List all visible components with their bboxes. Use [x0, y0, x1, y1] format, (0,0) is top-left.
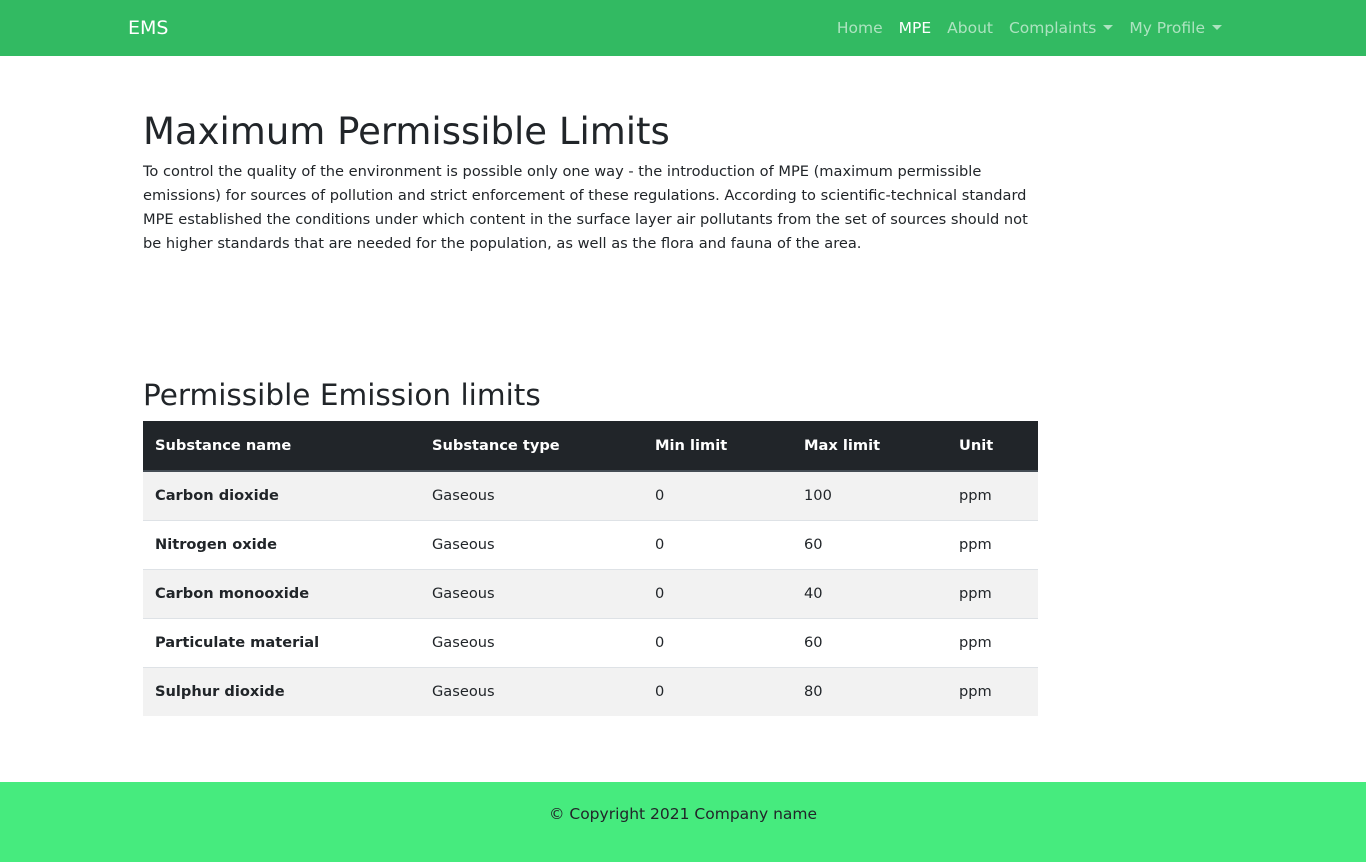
substance-type: Gaseous: [432, 487, 495, 505]
copyright-text: © Copyright 2021 Company name: [548, 805, 818, 823]
unit: ppm: [959, 536, 992, 553]
header-max-limit: Max limit: [792, 421, 947, 472]
nav-link-mpe[interactable]: MPE: [891, 0, 940, 56]
footer: © Copyright 2021 Company name: [0, 782, 1366, 862]
max-limit: 60: [804, 634, 823, 651]
substance-type: Gaseous: [432, 536, 495, 553]
nav-dropdown-my-profile[interactable]: My Profile: [1121, 0, 1230, 56]
nav-dropdown-my-profile-label: My Profile: [1129, 19, 1205, 37]
limits-title: Permissible Emission limits: [143, 378, 541, 412]
max-limit: 60: [804, 536, 823, 553]
min-limit: 0: [655, 683, 665, 701]
nav-link-home[interactable]: Home: [829, 0, 891, 56]
substance-name: Carbon dioxide: [155, 487, 279, 505]
substance-name: Sulphur dioxide: [155, 683, 285, 701]
intro-paragraph: To control the quality of the environmen…: [143, 163, 1028, 252]
max-limit: 80: [804, 683, 823, 701]
substance-type: Gaseous: [432, 683, 495, 701]
table-header-row: Substance name Substance type Min limit …: [143, 421, 1038, 472]
nav-dropdown-complaints[interactable]: Complaints: [1001, 0, 1121, 56]
page-title: Maximum Permissible Limits: [143, 110, 670, 153]
substance-name: Carbon monooxide: [155, 585, 310, 602]
min-limit: 0: [655, 634, 665, 651]
table-row: Carbon monooxide Gaseous 0 40 ppm: [143, 569, 1038, 618]
mpe-intro-section: Maximum Permissible Limits To control th…: [143, 110, 1038, 256]
unit: ppm: [959, 634, 992, 651]
substance-name: Particulate material: [155, 634, 320, 651]
emission-limits-table: Substance name Substance type Min limit …: [143, 421, 1038, 716]
nav-link-about[interactable]: About: [939, 0, 1001, 56]
min-limit: 0: [655, 536, 665, 553]
header-substance-type: Substance type: [420, 421, 643, 472]
min-limit: 0: [655, 487, 665, 505]
unit: ppm: [959, 585, 992, 602]
substance-type: Gaseous: [432, 585, 495, 602]
header-min-limit: Min limit: [643, 421, 792, 472]
unit: ppm: [959, 487, 992, 505]
substance-type: Gaseous: [432, 634, 495, 651]
header-substance-name: Substance name: [143, 421, 420, 472]
max-limit: 40: [804, 585, 823, 602]
table-row: Carbon dioxide Gaseous 0 100 ppm: [143, 471, 1038, 520]
table-row: Nitrogen oxide Gaseous 0 60 ppm: [143, 520, 1038, 569]
nav-links: Home MPE About Complaints My Profile: [829, 0, 1230, 56]
unit: ppm: [959, 683, 992, 701]
caret-down-icon: [1103, 25, 1114, 30]
substance-name: Nitrogen oxide: [155, 536, 278, 553]
table-row: Sulphur dioxide Gaseous 0 80 ppm: [143, 667, 1038, 716]
navbar: EMS Home MPE About Complaints My Profile: [0, 0, 1366, 56]
min-limit: 0: [655, 585, 665, 602]
nav-dropdown-complaints-label: Complaints: [1008, 19, 1097, 37]
max-limit: 100: [804, 487, 832, 505]
caret-down-icon: [1212, 25, 1222, 30]
table-row: Particulate material Gaseous 0 60 ppm: [143, 618, 1038, 667]
brand-link[interactable]: EMS: [128, 0, 168, 56]
header-unit: Unit: [947, 421, 1038, 472]
